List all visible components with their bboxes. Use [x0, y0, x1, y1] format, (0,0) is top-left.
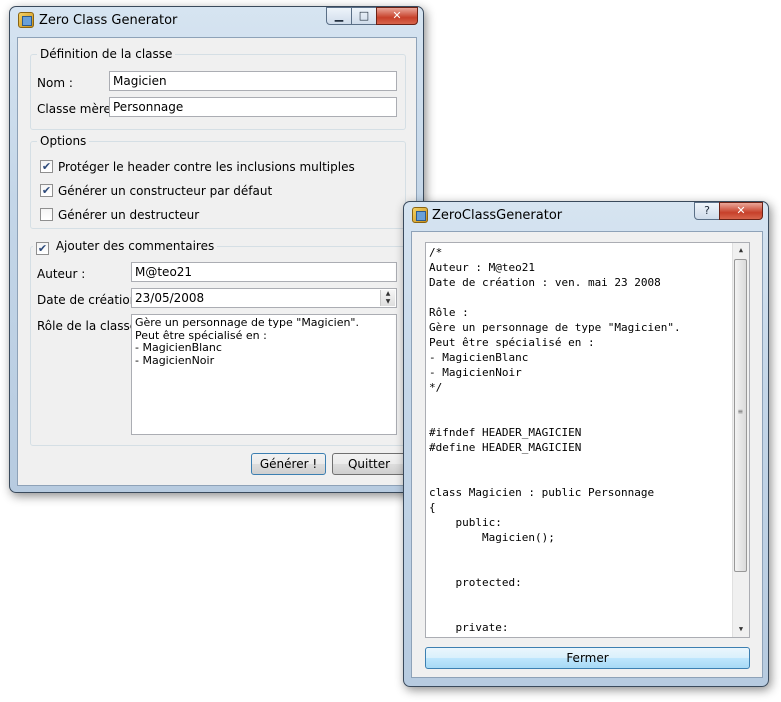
output-window-title: ZeroClassGenerator — [432, 208, 563, 223]
close-button[interactable]: ✕ — [719, 202, 763, 220]
comments-group-title: ✔ Ajouter des commentaires — [33, 239, 218, 255]
code-line: { — [429, 501, 436, 514]
vertical-scrollbar[interactable]: ▲ ≡ ▼ — [732, 243, 749, 637]
protect-header-checkbox[interactable]: ✔ — [40, 160, 53, 173]
maximize-button[interactable]: □ — [351, 7, 377, 25]
main-titlebar[interactable]: Zero Class Generator ▁ □ ✕ — [10, 7, 423, 35]
definition-group-title: Définition de la classe — [37, 47, 176, 61]
minimize-button[interactable]: ▁ — [326, 7, 352, 25]
class-role-textarea[interactable]: Gère un personnage de type "Magicien". P… — [131, 314, 397, 435]
output-window: ZeroClassGenerator ? ✕ /* Auteur : M@teo2… — [403, 201, 769, 687]
date-spinner[interactable]: ▲ ▼ — [380, 290, 395, 306]
code-lines: /* Auteur : M@teo21 Date de création : ven… — [429, 245, 746, 635]
code-line: #define HEADER_MAGICIEN — [429, 441, 582, 454]
app-icon — [412, 207, 428, 223]
code-line: #ifndef HEADER_MAGICIEN — [429, 426, 582, 439]
parent-class-input[interactable]: Personnage — [109, 97, 397, 117]
nom-label: Nom : — [37, 76, 73, 90]
destructor-checkbox[interactable] — [40, 208, 53, 221]
destructor-label: Générer un destructeur — [58, 208, 200, 222]
scroll-down-icon[interactable]: ▼ — [733, 622, 749, 637]
output-client-area: /* Auteur : M@teo21 Date de création : ven… — [411, 231, 763, 678]
generated-code-view[interactable]: /* Auteur : M@teo21 Date de création : ven… — [425, 242, 750, 638]
code-line: /* — [429, 246, 443, 259]
spin-down-icon[interactable]: ▼ — [381, 298, 395, 306]
add-comments-checkbox[interactable]: ✔ — [36, 242, 49, 255]
creation-date-label: Date de création : — [37, 293, 146, 307]
default-constructor-label: Générer un constructeur par défaut — [58, 184, 273, 198]
code-line: Magicien(); — [429, 531, 555, 544]
options-group-title: Options — [37, 134, 90, 148]
code-line: - MagicienNoir — [429, 366, 522, 379]
main-client-area: Définition de la classe Nom : Magicien C… — [17, 37, 417, 486]
role-line: - MagicienNoir — [135, 353, 215, 367]
code-line: */ — [429, 381, 443, 394]
code-line: Date de création : ven. mai 23 2008 — [429, 276, 661, 289]
code-line: private: — [429, 621, 509, 634]
role-line: Gère un personnage de type "Magicien". — [135, 316, 359, 329]
code-line: public: — [429, 516, 502, 529]
code-line: class Magicien : public Personnage — [429, 486, 655, 499]
main-window-title: Zero Class Generator — [39, 13, 178, 28]
generate-button[interactable]: Générer ! — [251, 453, 326, 475]
app-icon — [18, 12, 34, 28]
code-line: Rôle : — [429, 306, 469, 319]
author-input[interactable]: M@teo21 — [131, 262, 397, 282]
creation-date-input[interactable]: 23/05/2008 ▲ ▼ — [131, 288, 397, 308]
creation-date-value: 23/05/2008 — [135, 291, 205, 305]
parent-class-label: Classe mère : — [37, 102, 119, 116]
help-button[interactable]: ? — [694, 202, 720, 220]
code-line: Peut être spécialisé en : — [429, 336, 595, 349]
scroll-up-icon[interactable]: ▲ — [733, 243, 749, 258]
output-titlebar[interactable]: ZeroClassGenerator ? ✕ — [404, 202, 768, 230]
code-line: Gère un personnage de type "Magicien". — [429, 321, 681, 334]
add-comments-label: Ajouter des commentaires — [55, 239, 215, 253]
fermer-button[interactable]: Fermer — [425, 647, 750, 669]
main-window: Zero Class Generator ▁ □ ✕ Définition de… — [9, 6, 424, 493]
code-line: protected: — [429, 576, 522, 589]
close-button[interactable]: ✕ — [376, 7, 418, 25]
code-line: Auteur : M@teo21 — [429, 261, 535, 274]
definition-group: Définition de la classe — [30, 47, 406, 130]
spin-up-icon[interactable]: ▲ — [381, 290, 395, 298]
class-role-label: Rôle de la classe : — [37, 319, 146, 333]
code-line: - MagicienBlanc — [429, 351, 529, 364]
scroll-thumb[interactable]: ≡ — [734, 259, 747, 572]
scroll-grip-icon: ≡ — [738, 407, 743, 416]
role-line: - MagicienBlanc — [135, 341, 222, 354]
default-constructor-checkbox[interactable]: ✔ — [40, 184, 53, 197]
author-label: Auteur : — [37, 267, 86, 281]
nom-input[interactable]: Magicien — [109, 71, 397, 91]
protect-header-label: Protéger le header contre les inclusions… — [58, 160, 355, 174]
quit-button[interactable]: Quitter — [332, 453, 406, 475]
